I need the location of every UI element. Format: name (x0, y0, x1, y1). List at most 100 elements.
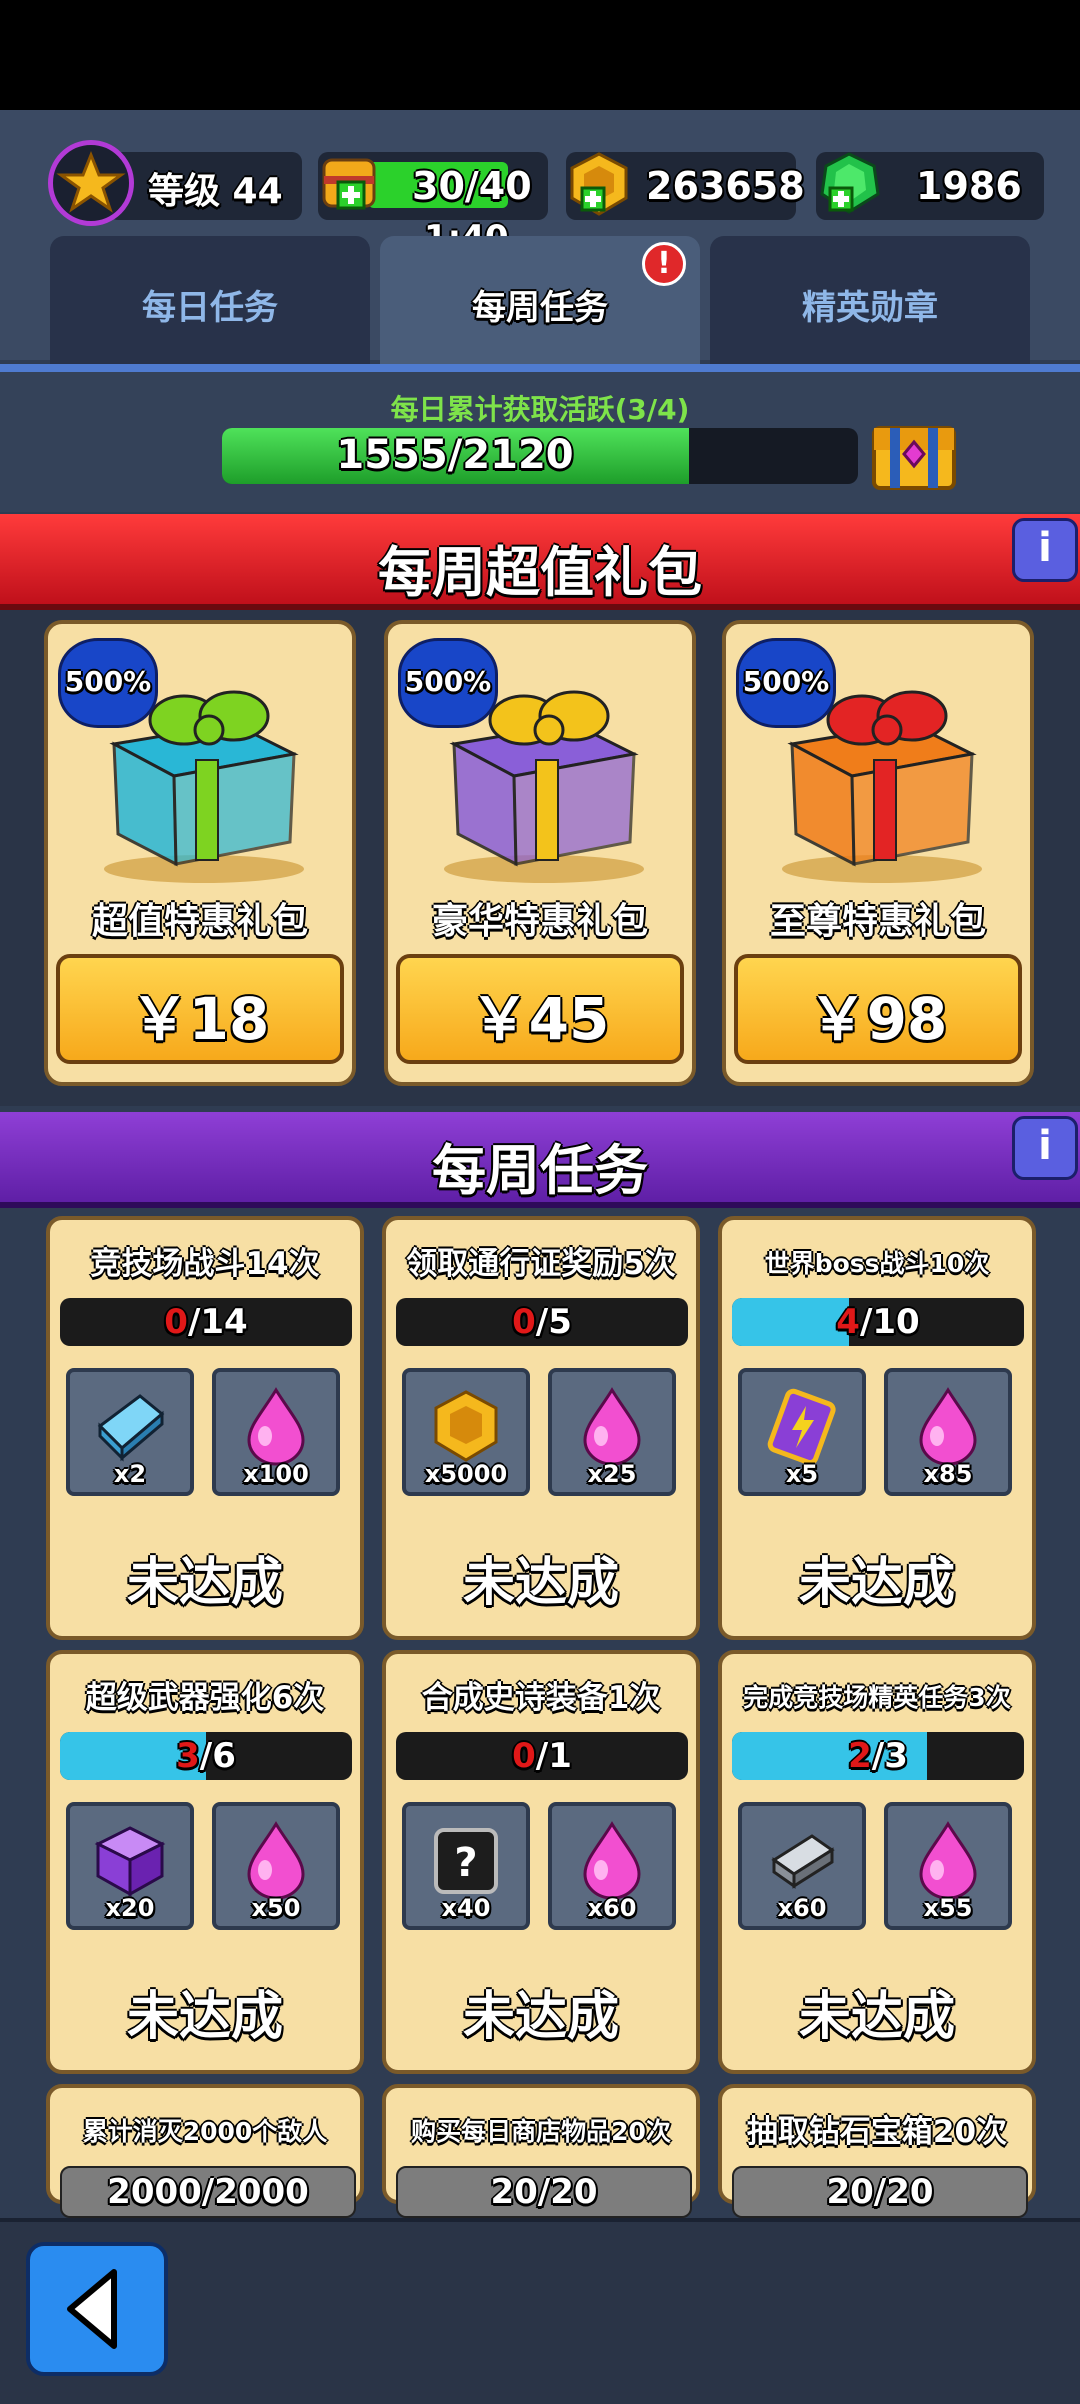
task-card[interactable]: 竞技场战斗14次 0/14 x2 x100 未达成 (46, 1216, 364, 1640)
price-label: ￥45 (470, 985, 610, 1053)
task-title: 抽取钻石宝箱20次 (746, 2114, 1008, 2150)
reward-slot[interactable]: x50 (212, 1802, 340, 1930)
task-card[interactable]: 累计消灭2000个敌人 2000/2000 (46, 2084, 364, 2218)
task-progress-text: 0/5 (396, 1302, 688, 1342)
pink-drop-icon (577, 1386, 647, 1470)
task-title: 竞技场战斗14次 (90, 1246, 320, 1282)
packs-info-button[interactable]: i (1012, 518, 1078, 582)
reward-qty: x40 (441, 1894, 491, 1922)
task-progress-bar: 3/6 (60, 1732, 352, 1780)
reward-slot[interactable]: x60 (548, 1802, 676, 1930)
level-label: 等级 44 (148, 171, 283, 212)
task-title: 完成竞技场精英任务3次 (743, 1683, 1011, 1712)
task-progress-bar: 0/14 (60, 1298, 352, 1346)
task-status: 未达成 (798, 1987, 955, 2047)
tab-label: 精英勋章 (802, 288, 938, 328)
task-status: 未达成 (462, 1553, 619, 1613)
badge-label: 500% (404, 665, 492, 698)
task-progress-current: 3 (176, 1736, 200, 1776)
task-title: 购买每日商店物品20次 (411, 2117, 671, 2146)
task-progress-bar: 20/20 (732, 2166, 1028, 2218)
reward-slot[interactable]: x85 (884, 1368, 1012, 1496)
gem-icon (816, 150, 882, 220)
task-progress-bar: 4/10 (732, 1298, 1024, 1346)
task-card[interactable]: 合成史诗装备1次 0/1 ? x40 x60 未达成 (382, 1650, 700, 2074)
bonus-badge: 500% (58, 638, 158, 728)
reward-qty: x2 (113, 1460, 147, 1488)
task-card[interactable]: 完成竞技场精英任务3次 2/3 x60 x55 未达成 (718, 1650, 1036, 2074)
mystery-box-icon: ? (428, 1820, 504, 1904)
task-card[interactable]: 领取通行证奖励5次 0/5 x5000 x25 未达成 (382, 1216, 700, 1640)
price-label: ￥98 (808, 985, 948, 1053)
price-button[interactable]: ￥98 (734, 954, 1022, 1064)
pack-card[interactable]: 500% 超值特惠礼包 ￥18 (44, 620, 356, 1086)
task-title: 世界boss战斗10次 (764, 1249, 990, 1278)
reward-qty: x100 (243, 1460, 309, 1488)
task-progress-bar: 0/5 (396, 1298, 688, 1346)
ticket-icon (90, 1386, 170, 1470)
pack-card[interactable]: 500% 至尊特惠礼包 ￥98 (722, 620, 1034, 1086)
task-status: 未达成 (126, 1553, 283, 1613)
level-star-icon (48, 140, 134, 226)
task-progress-text: 0/14 (60, 1302, 352, 1342)
pack-name: 至尊特惠礼包 (769, 901, 986, 942)
tasks-info-button[interactable]: i (1012, 1116, 1078, 1180)
tab-elite-medals[interactable]: 精英勋章 (710, 236, 1030, 364)
bonus-badge: 500% (398, 638, 498, 728)
packs-title: 每周超值礼包 (378, 541, 702, 604)
reward-slot[interactable]: ? x40 (402, 1802, 530, 1930)
reward-slot[interactable]: x20 (66, 1802, 194, 1930)
task-status: 未达成 (126, 1987, 283, 2047)
reward-qty: x20 (105, 1894, 155, 1922)
gems-value: 1986 (916, 164, 1022, 208)
price-button[interactable]: ￥45 (396, 954, 684, 1064)
task-progress-total: /5 (535, 1302, 572, 1342)
price-button[interactable]: ￥18 (56, 954, 344, 1064)
treasure-chest-icon[interactable] (868, 408, 960, 496)
task-card[interactable]: 购买每日商店物品20次 20/20 (382, 2084, 700, 2218)
gold-value: 263658 (646, 164, 805, 208)
gold-coin-icon (428, 1386, 504, 1470)
task-title: 累计消灭2000个敌人 (82, 2117, 328, 2146)
reward-slot[interactable]: x5 (738, 1368, 866, 1496)
task-progress-total: /1 (535, 1736, 572, 1776)
energy-chest-icon (318, 150, 380, 216)
task-progress-bar: 2000/2000 (60, 2166, 356, 2218)
tab-underline (0, 364, 1080, 372)
pack-card[interactable]: 500% 豪华特惠礼包 ￥45 (384, 620, 696, 1086)
task-status: 未达成 (462, 1987, 619, 2047)
level-display[interactable]: 等级 44 (48, 140, 302, 226)
purple-ticket-icon (764, 1386, 840, 1470)
reward-qty: x50 (251, 1894, 301, 1922)
task-progress-bar: 2/3 (732, 1732, 1024, 1780)
back-button[interactable] (26, 2242, 168, 2376)
task-title: 超级武器强化6次 (85, 1680, 325, 1716)
task-progress-text: 20/20 (826, 2172, 934, 2212)
reward-slot[interactable]: x5000 (402, 1368, 530, 1496)
activity-progress-text: 1555/2120 (336, 432, 574, 478)
reward-qty: x55 (923, 1894, 973, 1922)
task-progress-total: /14 (187, 1302, 248, 1342)
tab-daily-tasks[interactable]: 每日任务 (50, 236, 370, 364)
task-card[interactable]: 抽取钻石宝箱20次 20/20 (718, 2084, 1036, 2218)
task-title: 领取通行证奖励5次 (406, 1246, 676, 1282)
tab-label: 每周任务 (472, 288, 608, 328)
task-card[interactable]: 世界boss战斗10次 4/10 x5 x85 未达成 (718, 1216, 1036, 1640)
reward-slot[interactable]: x100 (212, 1368, 340, 1496)
badge-label: 500% (64, 665, 152, 698)
reward-slot[interactable]: x55 (884, 1802, 1012, 1930)
badge-label: 500% (742, 665, 830, 698)
task-card[interactable]: 超级武器强化6次 3/6 x20 x50 未达成 (46, 1650, 364, 2074)
tasks-title: 每周任务 (432, 1139, 648, 1202)
pink-drop-icon (577, 1820, 647, 1904)
task-progress-current: 2 (848, 1736, 872, 1776)
reward-qty: x5 (785, 1460, 819, 1488)
reward-slot[interactable]: x60 (738, 1802, 866, 1930)
pink-drop-icon (241, 1386, 311, 1470)
task-progress-total: /6 (199, 1736, 236, 1776)
status-bar (0, 0, 1080, 110)
task-status: 未达成 (798, 1553, 955, 1613)
reward-slot[interactable]: x2 (66, 1368, 194, 1496)
info-icon: i (1038, 1123, 1052, 1169)
reward-slot[interactable]: x25 (548, 1368, 676, 1496)
